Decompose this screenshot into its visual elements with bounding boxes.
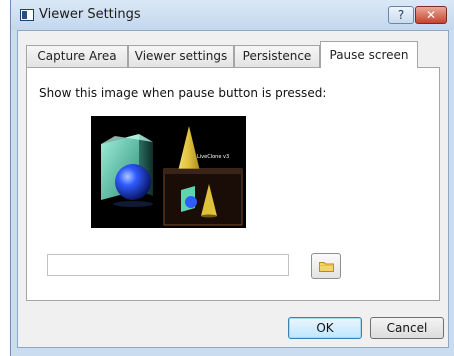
ok-button[interactable]: OK: [288, 317, 362, 339]
folder-icon: [319, 262, 334, 272]
window-title: Viewer Settings: [39, 7, 141, 22]
cancel-button[interactable]: Cancel: [370, 317, 444, 339]
app-window-icon: [20, 9, 34, 21]
pause-image-preview: LiveClone v3: [91, 116, 246, 228]
pause-screen-panel: Show this image when pause button is pre…: [26, 67, 440, 301]
title-bar[interactable]: Viewer Settings ? ✕: [11, 0, 454, 30]
image-path-input[interactable]: [47, 254, 289, 276]
tab-pause-screen[interactable]: Pause screen: [320, 41, 418, 68]
nested-preview-window: [163, 168, 243, 226]
pause-image-prompt: Show this image when pause button is pre…: [39, 86, 327, 100]
tab-viewer-settings[interactable]: Viewer settings: [128, 45, 234, 67]
browse-folder-button[interactable]: [311, 253, 341, 279]
dialog-client-area: Capture Area Viewer settings Persistence…: [17, 30, 449, 348]
tab-capture-area[interactable]: Capture Area: [26, 45, 128, 67]
tab-persistence[interactable]: Persistence: [234, 45, 320, 67]
preview-caption: LiveClone v3: [197, 154, 229, 160]
viewer-settings-window: Viewer Settings ? ✕ Capture Area Viewer …: [10, 0, 454, 356]
close-button[interactable]: ✕: [415, 6, 447, 24]
help-button[interactable]: ?: [388, 6, 414, 24]
